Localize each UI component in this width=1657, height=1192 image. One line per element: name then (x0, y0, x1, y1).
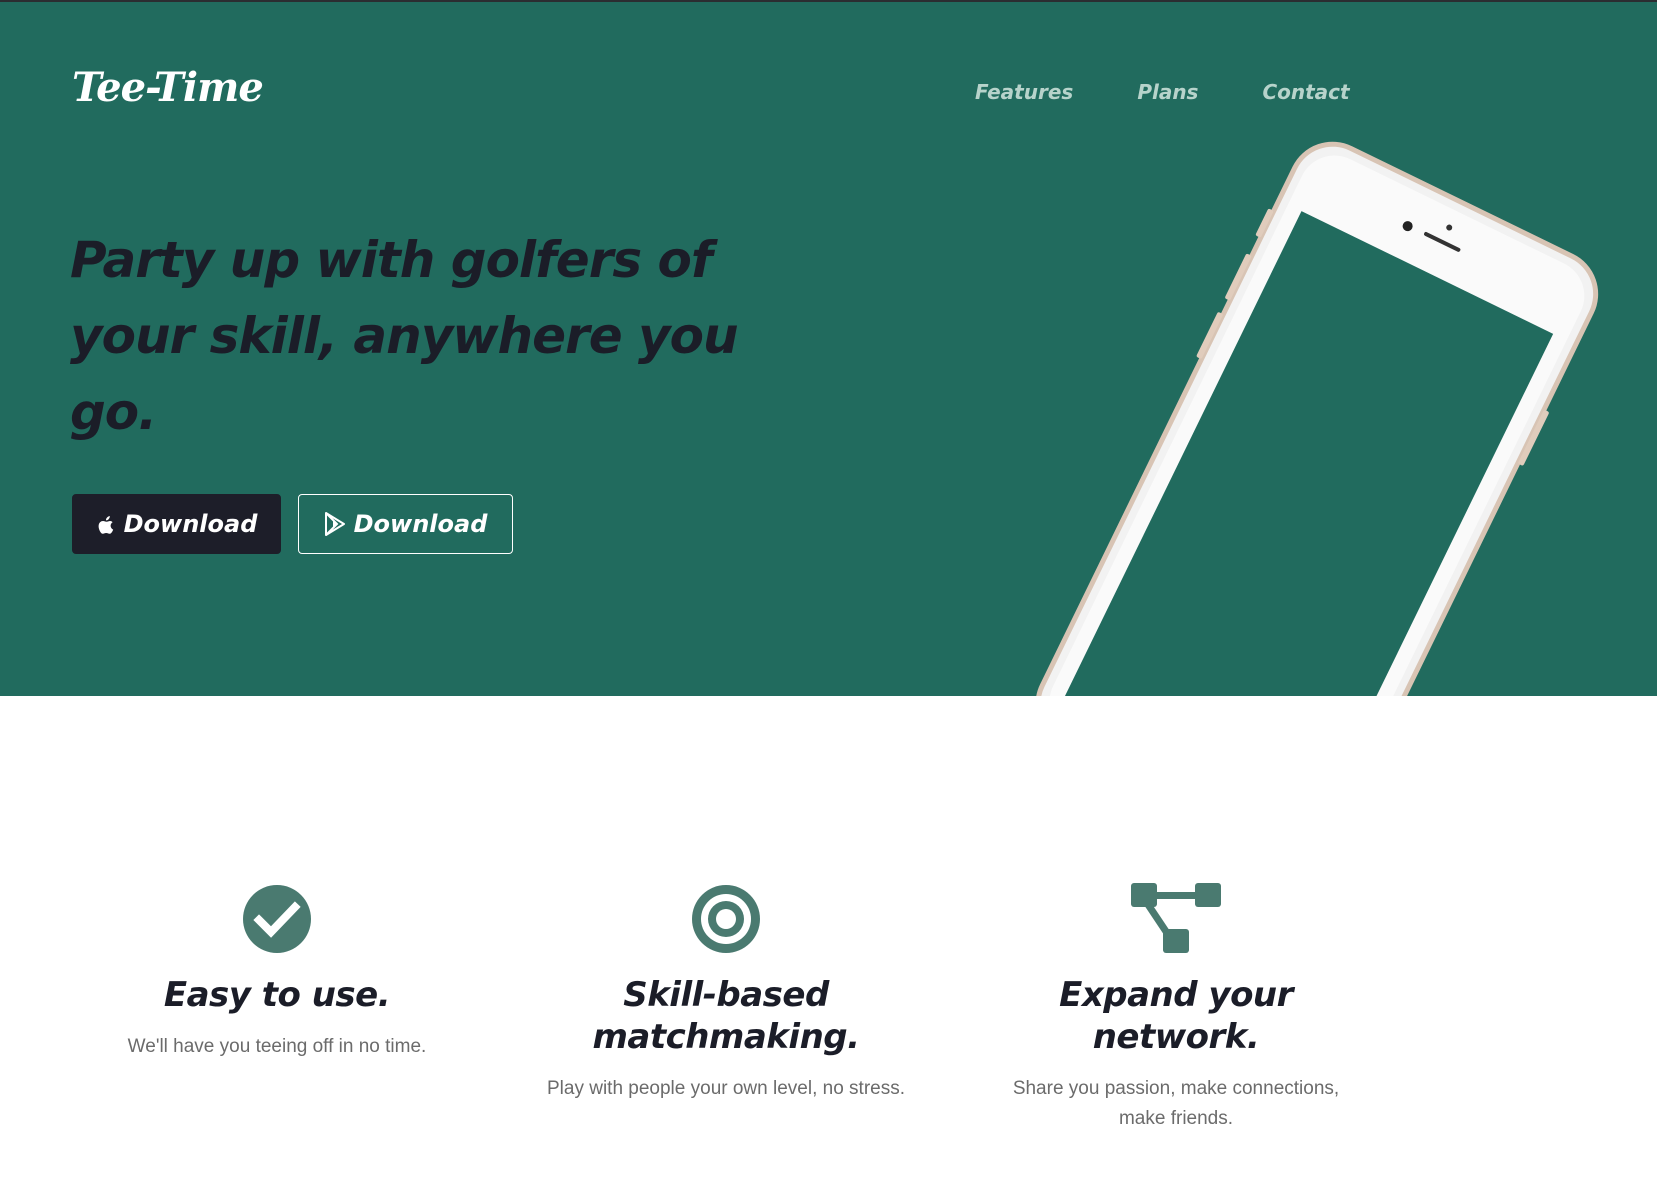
google-play-download-label: Download (353, 510, 488, 538)
feature-expand-network: Expand your network. Share you passion, … (996, 883, 1356, 1134)
apple-icon (96, 513, 116, 535)
app-store-download-label: Download (123, 510, 258, 538)
nav-link-contact[interactable]: Contact (1262, 80, 1349, 104)
brand-logo[interactable]: Tee-Time (72, 64, 264, 111)
sitemap-icon (1131, 883, 1221, 959)
features-section: Easy to use. We'll have you teeing off i… (0, 696, 1657, 1192)
feature-title: Skill-based matchmaking. (592, 975, 860, 1057)
hero-headline: Party up with golfers of your skill, any… (70, 231, 739, 441)
feature-skill-based-matchmaking: Skill-based matchmaking. Play with peopl… (546, 884, 906, 1104)
google-play-download-button[interactable]: Download (298, 494, 513, 554)
nav-link-features[interactable]: Features (975, 80, 1073, 104)
main-nav: Features Plans Contact (975, 80, 1350, 104)
hero-section: Tee-Time Features Plans Contact Party up… (0, 2, 1657, 696)
feature-title: Expand your network. (1059, 975, 1293, 1057)
feature-title: Easy to use. (163, 975, 391, 1015)
app-store-download-button[interactable]: Download (72, 494, 281, 554)
bullseye-icon (691, 884, 761, 958)
feature-description: Play with people your own level, no stre… (546, 1078, 905, 1099)
feature-description: We'll have you teeing off in no time. (127, 1036, 427, 1057)
nav-link-plans[interactable]: Plans (1137, 80, 1198, 104)
check-circle-icon (242, 884, 312, 958)
feature-description: Share you passion, make connections, mak… (1012, 1078, 1340, 1129)
google-play-icon (324, 512, 346, 536)
feature-easy-to-use: Easy to use. We'll have you teeing off i… (97, 884, 457, 1062)
